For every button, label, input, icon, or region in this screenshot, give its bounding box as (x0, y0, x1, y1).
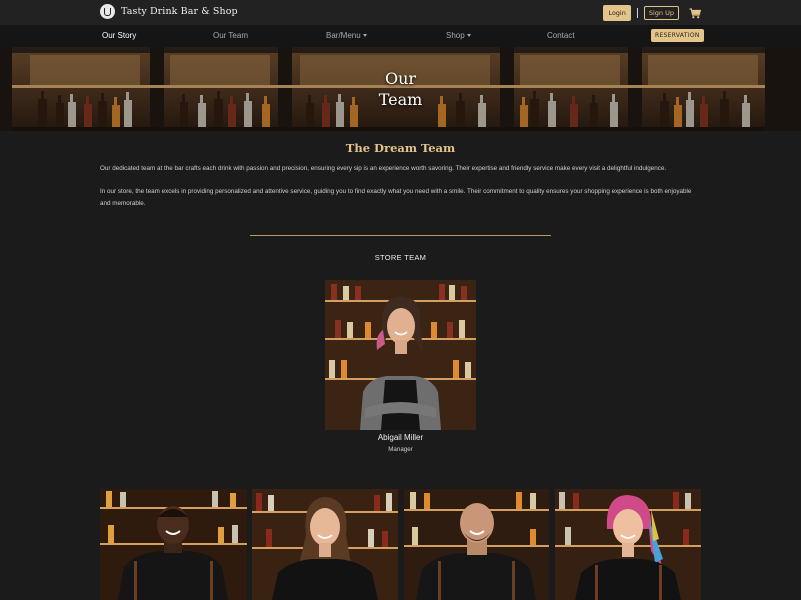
store-team-heading: STORE TEAM (374, 253, 427, 262)
reservation-button[interactable]: RESERVATION (651, 29, 704, 42)
brand[interactable]: Tasty Drink Bar & Shop (100, 4, 238, 19)
hero-banner: Our Team (0, 47, 801, 131)
brand-name: Tasty Drink Bar & Shop (121, 6, 238, 17)
chevron-down-icon (466, 34, 471, 38)
cart-icon[interactable] (689, 7, 701, 19)
hero-title: Our Team (0, 68, 801, 110)
nav-shop-label: Shop (446, 31, 465, 40)
intro-paragraph-2: In our store, the team excels in providi… (100, 188, 692, 207)
team-photo (555, 489, 701, 600)
login-button[interactable]: Login (603, 5, 631, 21)
signup-button[interactable]: Sign Up (643, 6, 679, 20)
manager-photo (325, 280, 476, 430)
team-photo (100, 489, 247, 600)
cup-logo-icon (100, 4, 115, 19)
hero-title-line-2: Team (378, 90, 423, 109)
manager-role: Manager (388, 446, 413, 453)
nav-contact[interactable]: Contact (547, 31, 575, 40)
main-nav: Our Story Our Team Bar/Menu Shop Contact… (0, 25, 801, 47)
nav-our-story[interactable]: Our Story (102, 31, 136, 40)
hero-title-line-1: Our (384, 69, 417, 88)
auth-divider (636, 8, 638, 18)
top-bar: Tasty Drink Bar & Shop Login Sign Up (0, 0, 801, 25)
nav-bar-menu-label: Bar/Menu (326, 31, 361, 40)
chevron-down-icon (362, 34, 367, 38)
section-divider (250, 235, 551, 236)
section-heading: The Dream Team (345, 141, 456, 155)
nav-our-team[interactable]: Our Team (213, 31, 248, 40)
nav-shop[interactable]: Shop (446, 31, 471, 40)
team-photo (404, 489, 549, 600)
auth-controls: Login Sign Up (603, 5, 701, 21)
intro-paragraph-1: Our dedicated team at the bar crafts eac… (100, 165, 667, 172)
manager-name: Abigail Miller (377, 433, 424, 442)
nav-bar-menu[interactable]: Bar/Menu (326, 31, 367, 40)
team-photo (252, 489, 398, 600)
